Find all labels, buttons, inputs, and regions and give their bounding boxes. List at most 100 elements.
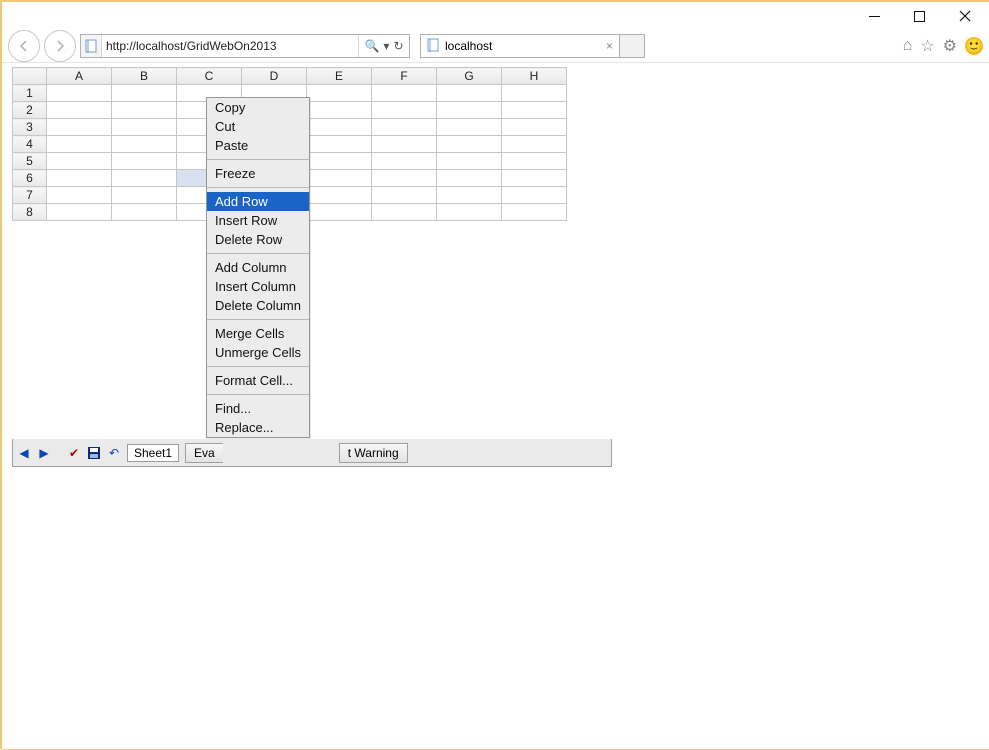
cell-H2[interactable] xyxy=(502,102,567,119)
cell-A2[interactable] xyxy=(47,102,112,119)
cell-F1[interactable] xyxy=(372,85,437,102)
cell-G3[interactable] xyxy=(437,119,502,136)
cell-E8[interactable] xyxy=(307,204,372,221)
nav-forward-button[interactable] xyxy=(44,30,76,62)
sheet-tab[interactable]: Sheet1 xyxy=(127,444,179,462)
menu-item-add-row[interactable]: Add Row xyxy=(207,192,309,211)
cell-G6[interactable] xyxy=(437,170,502,187)
cell-B2[interactable] xyxy=(112,102,177,119)
window-close-button[interactable] xyxy=(942,2,987,30)
address-bar[interactable]: http://localhost/GridWebOn2013 🔍 ▾ ↻ xyxy=(80,34,410,58)
menu-item-freeze[interactable]: Freeze xyxy=(207,164,309,183)
cell-F8[interactable] xyxy=(372,204,437,221)
feedback-smile-icon[interactable]: 🙂 xyxy=(965,37,983,55)
cell-H7[interactable] xyxy=(502,187,567,204)
menu-item-copy[interactable]: Copy xyxy=(207,98,309,117)
cell-G7[interactable] xyxy=(437,187,502,204)
cell-A1[interactable] xyxy=(47,85,112,102)
cell-B7[interactable] xyxy=(112,187,177,204)
cell-F2[interactable] xyxy=(372,102,437,119)
menu-item-find[interactable]: Find... xyxy=(207,399,309,418)
cell-F7[interactable] xyxy=(372,187,437,204)
menu-item-insert-row[interactable]: Insert Row xyxy=(207,211,309,230)
cell-B3[interactable] xyxy=(112,119,177,136)
nav-back-button[interactable] xyxy=(8,30,40,62)
col-header-G[interactable]: G xyxy=(437,68,502,85)
menu-item-cut[interactable]: Cut xyxy=(207,117,309,136)
row-header-4[interactable]: 4 xyxy=(13,136,47,153)
cell-E3[interactable] xyxy=(307,119,372,136)
cell-H6[interactable] xyxy=(502,170,567,187)
cell-A3[interactable] xyxy=(47,119,112,136)
cell-H4[interactable] xyxy=(502,136,567,153)
undo-icon[interactable]: ↶ xyxy=(107,446,121,460)
cell-F5[interactable] xyxy=(372,153,437,170)
cell-A5[interactable] xyxy=(47,153,112,170)
cell-E4[interactable] xyxy=(307,136,372,153)
menu-item-merge-cells[interactable]: Merge Cells xyxy=(207,324,309,343)
menu-item-replace[interactable]: Replace... xyxy=(207,418,309,437)
menu-item-paste[interactable]: Paste xyxy=(207,136,309,155)
context-menu[interactable]: CopyCutPasteFreezeAdd RowInsert RowDelet… xyxy=(206,97,310,438)
cell-E1[interactable] xyxy=(307,85,372,102)
cell-F4[interactable] xyxy=(372,136,437,153)
cell-G4[interactable] xyxy=(437,136,502,153)
grid-corner[interactable] xyxy=(13,68,47,85)
cell-H8[interactable] xyxy=(502,204,567,221)
col-header-C[interactable]: C xyxy=(177,68,242,85)
cell-G2[interactable] xyxy=(437,102,502,119)
cell-E2[interactable] xyxy=(307,102,372,119)
row-header-2[interactable]: 2 xyxy=(13,102,47,119)
menu-item-delete-column[interactable]: Delete Column xyxy=(207,296,309,315)
settings-icon[interactable]: ⚙ xyxy=(943,36,957,56)
col-header-B[interactable]: B xyxy=(112,68,177,85)
row-header-7[interactable]: 7 xyxy=(13,187,47,204)
address-url[interactable]: http://localhost/GridWebOn2013 xyxy=(102,39,358,53)
cell-G1[interactable] xyxy=(437,85,502,102)
cell-B1[interactable] xyxy=(112,85,177,102)
menu-item-delete-row[interactable]: Delete Row xyxy=(207,230,309,249)
row-header-3[interactable]: 3 xyxy=(13,119,47,136)
cell-G8[interactable] xyxy=(437,204,502,221)
row-header-6[interactable]: 6 xyxy=(13,170,47,187)
row-header-1[interactable]: 1 xyxy=(13,85,47,102)
new-tab-button[interactable] xyxy=(620,34,645,58)
cell-G5[interactable] xyxy=(437,153,502,170)
next-sheet-icon[interactable]: ▶ xyxy=(37,446,51,460)
cell-B5[interactable] xyxy=(112,153,177,170)
cell-H1[interactable] xyxy=(502,85,567,102)
menu-item-insert-column[interactable]: Insert Column xyxy=(207,277,309,296)
col-header-F[interactable]: F xyxy=(372,68,437,85)
warning-button[interactable]: t Warning xyxy=(339,443,408,463)
cell-A8[interactable] xyxy=(47,204,112,221)
cell-E5[interactable] xyxy=(307,153,372,170)
col-header-A[interactable]: A xyxy=(47,68,112,85)
col-header-D[interactable]: D xyxy=(242,68,307,85)
home-icon[interactable]: ⌂ xyxy=(903,37,913,55)
cell-H3[interactable] xyxy=(502,119,567,136)
eval-button-fragment[interactable]: Eva xyxy=(185,443,223,463)
window-maximize-button[interactable] xyxy=(897,2,942,30)
row-header-5[interactable]: 5 xyxy=(13,153,47,170)
row-header-8[interactable]: 8 xyxy=(13,204,47,221)
cell-A6[interactable] xyxy=(47,170,112,187)
cell-B8[interactable] xyxy=(112,204,177,221)
cell-B6[interactable] xyxy=(112,170,177,187)
prev-sheet-icon[interactable]: ◀ xyxy=(17,446,31,460)
menu-item-add-column[interactable]: Add Column xyxy=(207,258,309,277)
commit-check-icon[interactable]: ✔ xyxy=(67,446,81,460)
save-icon[interactable] xyxy=(87,446,101,460)
col-header-H[interactable]: H xyxy=(502,68,567,85)
menu-item-format-cell[interactable]: Format Cell... xyxy=(207,371,309,390)
cell-A4[interactable] xyxy=(47,136,112,153)
browser-tab-active[interactable]: localhost × xyxy=(420,34,620,58)
cell-E7[interactable] xyxy=(307,187,372,204)
cell-B4[interactable] xyxy=(112,136,177,153)
cell-F6[interactable] xyxy=(372,170,437,187)
favorite-icon[interactable]: ☆ xyxy=(920,36,934,56)
cell-F3[interactable] xyxy=(372,119,437,136)
menu-item-unmerge-cells[interactable]: Unmerge Cells xyxy=(207,343,309,362)
cell-E6[interactable] xyxy=(307,170,372,187)
col-header-E[interactable]: E xyxy=(307,68,372,85)
cell-A7[interactable] xyxy=(47,187,112,204)
